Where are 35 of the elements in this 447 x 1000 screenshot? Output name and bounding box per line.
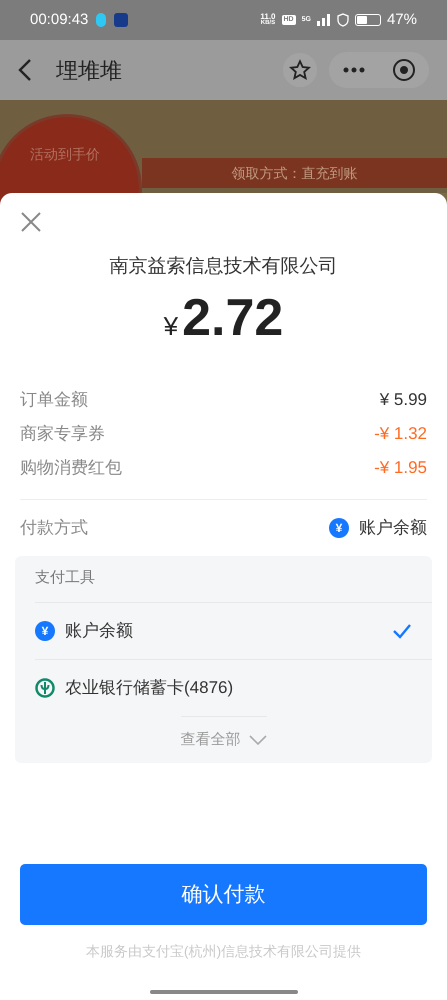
app-icon: [114, 13, 128, 27]
fee-label: 购物消费红包: [20, 457, 122, 480]
check-icon: [392, 622, 412, 638]
fee-label: 商家专享券: [20, 423, 105, 446]
fee-value: ¥ 5.99: [380, 389, 427, 412]
page-title: 埋堆堆: [56, 56, 122, 84]
more-icon: [343, 67, 365, 73]
panel-title: 支付工具: [35, 568, 96, 588]
back-icon: [18, 58, 32, 82]
fee-value: -¥ 1.95: [374, 457, 427, 480]
merchant-name: 南京益索信息技术有限公司: [110, 255, 338, 279]
notification-icon: [96, 13, 106, 27]
battery-icon: [354, 14, 381, 26]
wheat-coin-icon: [35, 678, 55, 698]
target-icon: [392, 58, 416, 82]
payment-method-value: 账户余额: [359, 516, 427, 539]
fee-value: -¥ 1.32: [374, 423, 427, 446]
payment-method-label: 付款方式: [20, 516, 88, 539]
badge-label: 活动到手价: [30, 145, 100, 164]
battery-percent: 47%: [386, 10, 417, 30]
shield-icon: [336, 13, 349, 27]
claim-method: 领取方式：直充到账: [232, 164, 358, 182]
fee-label: 订单金额: [20, 389, 88, 412]
close-button[interactable]: [20, 211, 42, 233]
confirm-pay-button[interactable]: 确认付款: [20, 864, 427, 925]
signal-icon: [316, 14, 331, 26]
star-icon: [289, 59, 311, 81]
chevron-down-icon: [248, 734, 266, 745]
favorite-button[interactable]: [283, 53, 317, 87]
yuan-coin-icon: ¥: [35, 620, 55, 640]
currency-symbol: ¥: [164, 310, 178, 342]
payment-amount: 2.72: [182, 288, 284, 348]
time: 00:09:43: [30, 10, 88, 30]
yuan-coin-icon: ¥: [329, 518, 349, 538]
close-icon: [20, 211, 42, 233]
